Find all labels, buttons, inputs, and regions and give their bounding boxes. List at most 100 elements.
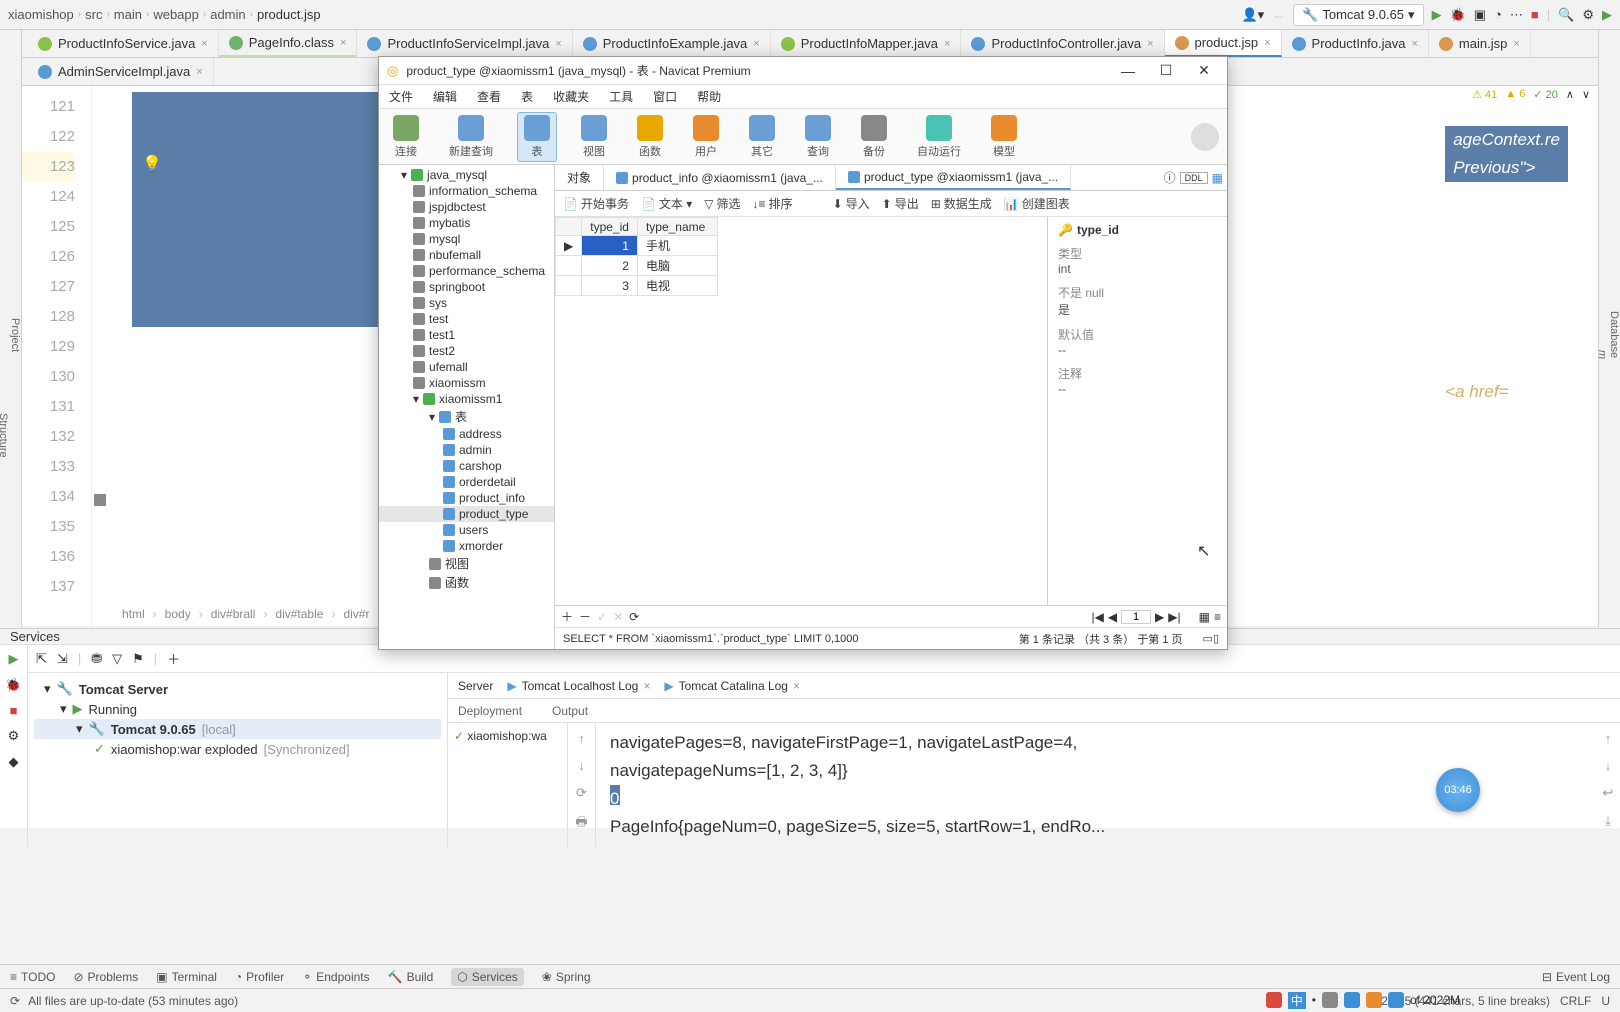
page-input[interactable] [1121,610,1151,624]
db-node-xiaomissm[interactable]: xiaomissm [379,375,554,391]
db-node-mysql[interactable]: mysql [379,231,554,247]
db-node-test1[interactable]: test1 [379,327,554,343]
user-icon[interactable]: 👤▾ [1241,7,1264,23]
view-mode2-icon[interactable]: ▯ [1213,632,1219,645]
ddl-icon[interactable]: DDL [1180,172,1208,184]
act-sort[interactable]: ↓≡排序 [753,195,793,212]
menu-edit[interactable]: 编辑 [433,88,457,105]
last-page-icon[interactable]: ▶| [1168,610,1180,624]
floating-clock-badge[interactable]: 03:46 [1436,768,1480,812]
next-page-icon[interactable]: ▶ [1155,610,1164,624]
tab-adminserviceimpl[interactable]: AdminServiceImpl.java× [28,58,214,85]
btn-todo[interactable]: ≡ TODO [10,970,55,984]
run-config-selector[interactable]: 🔧 Tomcat 9.0.65 ▾ [1293,4,1423,26]
btn-profiler[interactable]: ◔ Profiler [235,970,284,984]
tool-backup[interactable]: 备份 [855,113,893,161]
db-node-xmorder[interactable]: xmorder [379,538,554,554]
nvtab-producttype[interactable]: product_type @xiaomissm1 (java_... [836,165,1071,190]
grid-icon[interactable]: ▦ [1208,171,1227,185]
tab-productinfocontroller[interactable]: ProductInfoController.java× [961,30,1164,57]
minimize-button[interactable]: — [1113,63,1143,79]
tab-productinfoexample[interactable]: ProductInfoExample.java× [573,30,771,57]
db-node-函数[interactable]: 函数 [379,573,554,592]
tool-view[interactable]: 视图 [575,113,613,161]
bc-2[interactable]: main [114,7,142,22]
add-row-icon[interactable]: ＋ [561,608,573,625]
menu-tools[interactable]: 工具 [609,88,633,105]
db-node-product_info[interactable]: product_info [379,490,554,506]
db-node-admin[interactable]: admin [379,442,554,458]
close-button[interactable]: ✕ [1189,62,1219,79]
db-node-product_type[interactable]: product_type [379,506,554,522]
refresh-icon[interactable]: ⟳ [629,610,639,624]
act-chart[interactable]: 📊创建图表 [1004,195,1070,212]
run-icon[interactable]: ▶ [1432,7,1442,23]
tool-connect[interactable]: 连接 [387,113,425,161]
tray-app4[interactable] [1388,992,1404,1008]
db-node-表[interactable]: ▾ 表 [379,407,554,426]
data-grid[interactable]: type_idtype_name ▶1手机 2电脑 3电视 ↖ [555,217,1047,605]
btn-terminal[interactable]: ▣ Terminal [156,970,217,984]
tab-productinfoserviceimpl[interactable]: ProductInfoServiceImpl.java× [357,30,572,57]
reload-icon[interactable]: ⟳ [576,785,587,801]
tool-auto[interactable]: 自动运行 [911,113,967,161]
tool-other[interactable]: 其它 [743,113,781,161]
grid-view-icon[interactable]: ▦ [1199,610,1210,624]
scroll-down-icon[interactable]: ↓ [1605,758,1612,773]
info-icon[interactable]: ⓘ [1160,169,1180,186]
db-node-java_mysql[interactable]: ▾ java_mysql [379,167,554,183]
maximize-button[interactable]: ☐ [1151,62,1181,79]
act-begintx[interactable]: 📄开始事务 [563,195,629,212]
db-node-orderdetail[interactable]: orderdetail [379,474,554,490]
bc-5[interactable]: product.jsp [257,7,321,22]
db-node-springboot[interactable]: springboot [379,279,554,295]
db-node-performance_schema[interactable]: performance_schema [379,263,554,279]
back-icon[interactable]: ← [1272,7,1285,22]
settings-icon[interactable]: ⚙ [1582,7,1594,23]
debug2-icon[interactable]: 🐞 [5,677,21,693]
funnel-icon[interactable]: ▽ [112,651,122,667]
tray-app1[interactable] [1322,992,1338,1008]
rerun-icon[interactable]: ▶ [9,651,19,667]
stop-icon[interactable]: ■ [1531,7,1539,22]
btn-endpoints[interactable]: ⚬ Endpoints [302,970,369,984]
btn-spring[interactable]: ❀ Spring [542,970,591,984]
btn-services[interactable]: ⬡ Services [451,968,524,986]
profile-icon[interactable]: ◔ [1494,7,1502,22]
tray-dot[interactable]: • [1312,993,1316,1007]
scroll-end-icon[interactable]: ⤓ [1605,813,1611,829]
search-icon[interactable]: 🔍 [1558,7,1574,23]
toolwin-structure[interactable]: Structure [0,240,9,630]
down-icon[interactable]: ↓ [578,758,585,773]
tab-pageinfo[interactable]: PageInfo.class× [219,30,358,57]
tool-func[interactable]: 函数 [631,113,669,161]
more2-icon[interactable]: ◆ [9,754,19,770]
tab-productinfoservice[interactable]: ProductInfoService.java× [28,30,219,57]
filter-icon[interactable]: ⛃ [91,651,102,667]
right-tool-strip[interactable]: Database m Maven [1598,30,1620,630]
tab-main-jsp[interactable]: main.jsp× [1429,30,1531,57]
db-node-视图[interactable]: 视图 [379,554,554,573]
db-node-sys[interactable]: sys [379,295,554,311]
bc-3[interactable]: webapp [153,7,199,22]
btn-build[interactable]: 🔨 Build [388,970,434,984]
menu-fav[interactable]: 收藏夹 [553,88,589,105]
bc-1[interactable]: src [85,7,102,22]
tab-server[interactable]: Server [458,679,493,693]
memory-indicator[interactable]: of 2022M [1410,993,1460,1007]
ide-run-icon[interactable]: ▶ [1602,7,1612,23]
coverage-icon[interactable]: ▣ [1474,7,1486,23]
menu-view[interactable]: 查看 [477,88,501,105]
db-node-jspjdbctest[interactable]: jspjdbctest [379,199,554,215]
cancel-icon[interactable]: ✕ [613,610,623,624]
act-export[interactable]: ⬆导出 [882,195,919,212]
tab-catalina-log[interactable]: ▶Tomcat Catalina Log× [664,679,800,693]
first-page-icon[interactable]: |◀ [1091,610,1103,624]
collapse-icon[interactable]: ⇲ [57,651,68,667]
db-node-users[interactable]: users [379,522,554,538]
left-tool-strip[interactable]: Project Structure Favorites [0,30,22,630]
btn-event-log[interactable]: ⊟ Event Log [1542,970,1610,984]
act-filter[interactable]: ▽筛选 [704,195,740,212]
db-node-ufemall[interactable]: ufemall [379,359,554,375]
act-gendata[interactable]: ⊞数据生成 [931,195,992,212]
